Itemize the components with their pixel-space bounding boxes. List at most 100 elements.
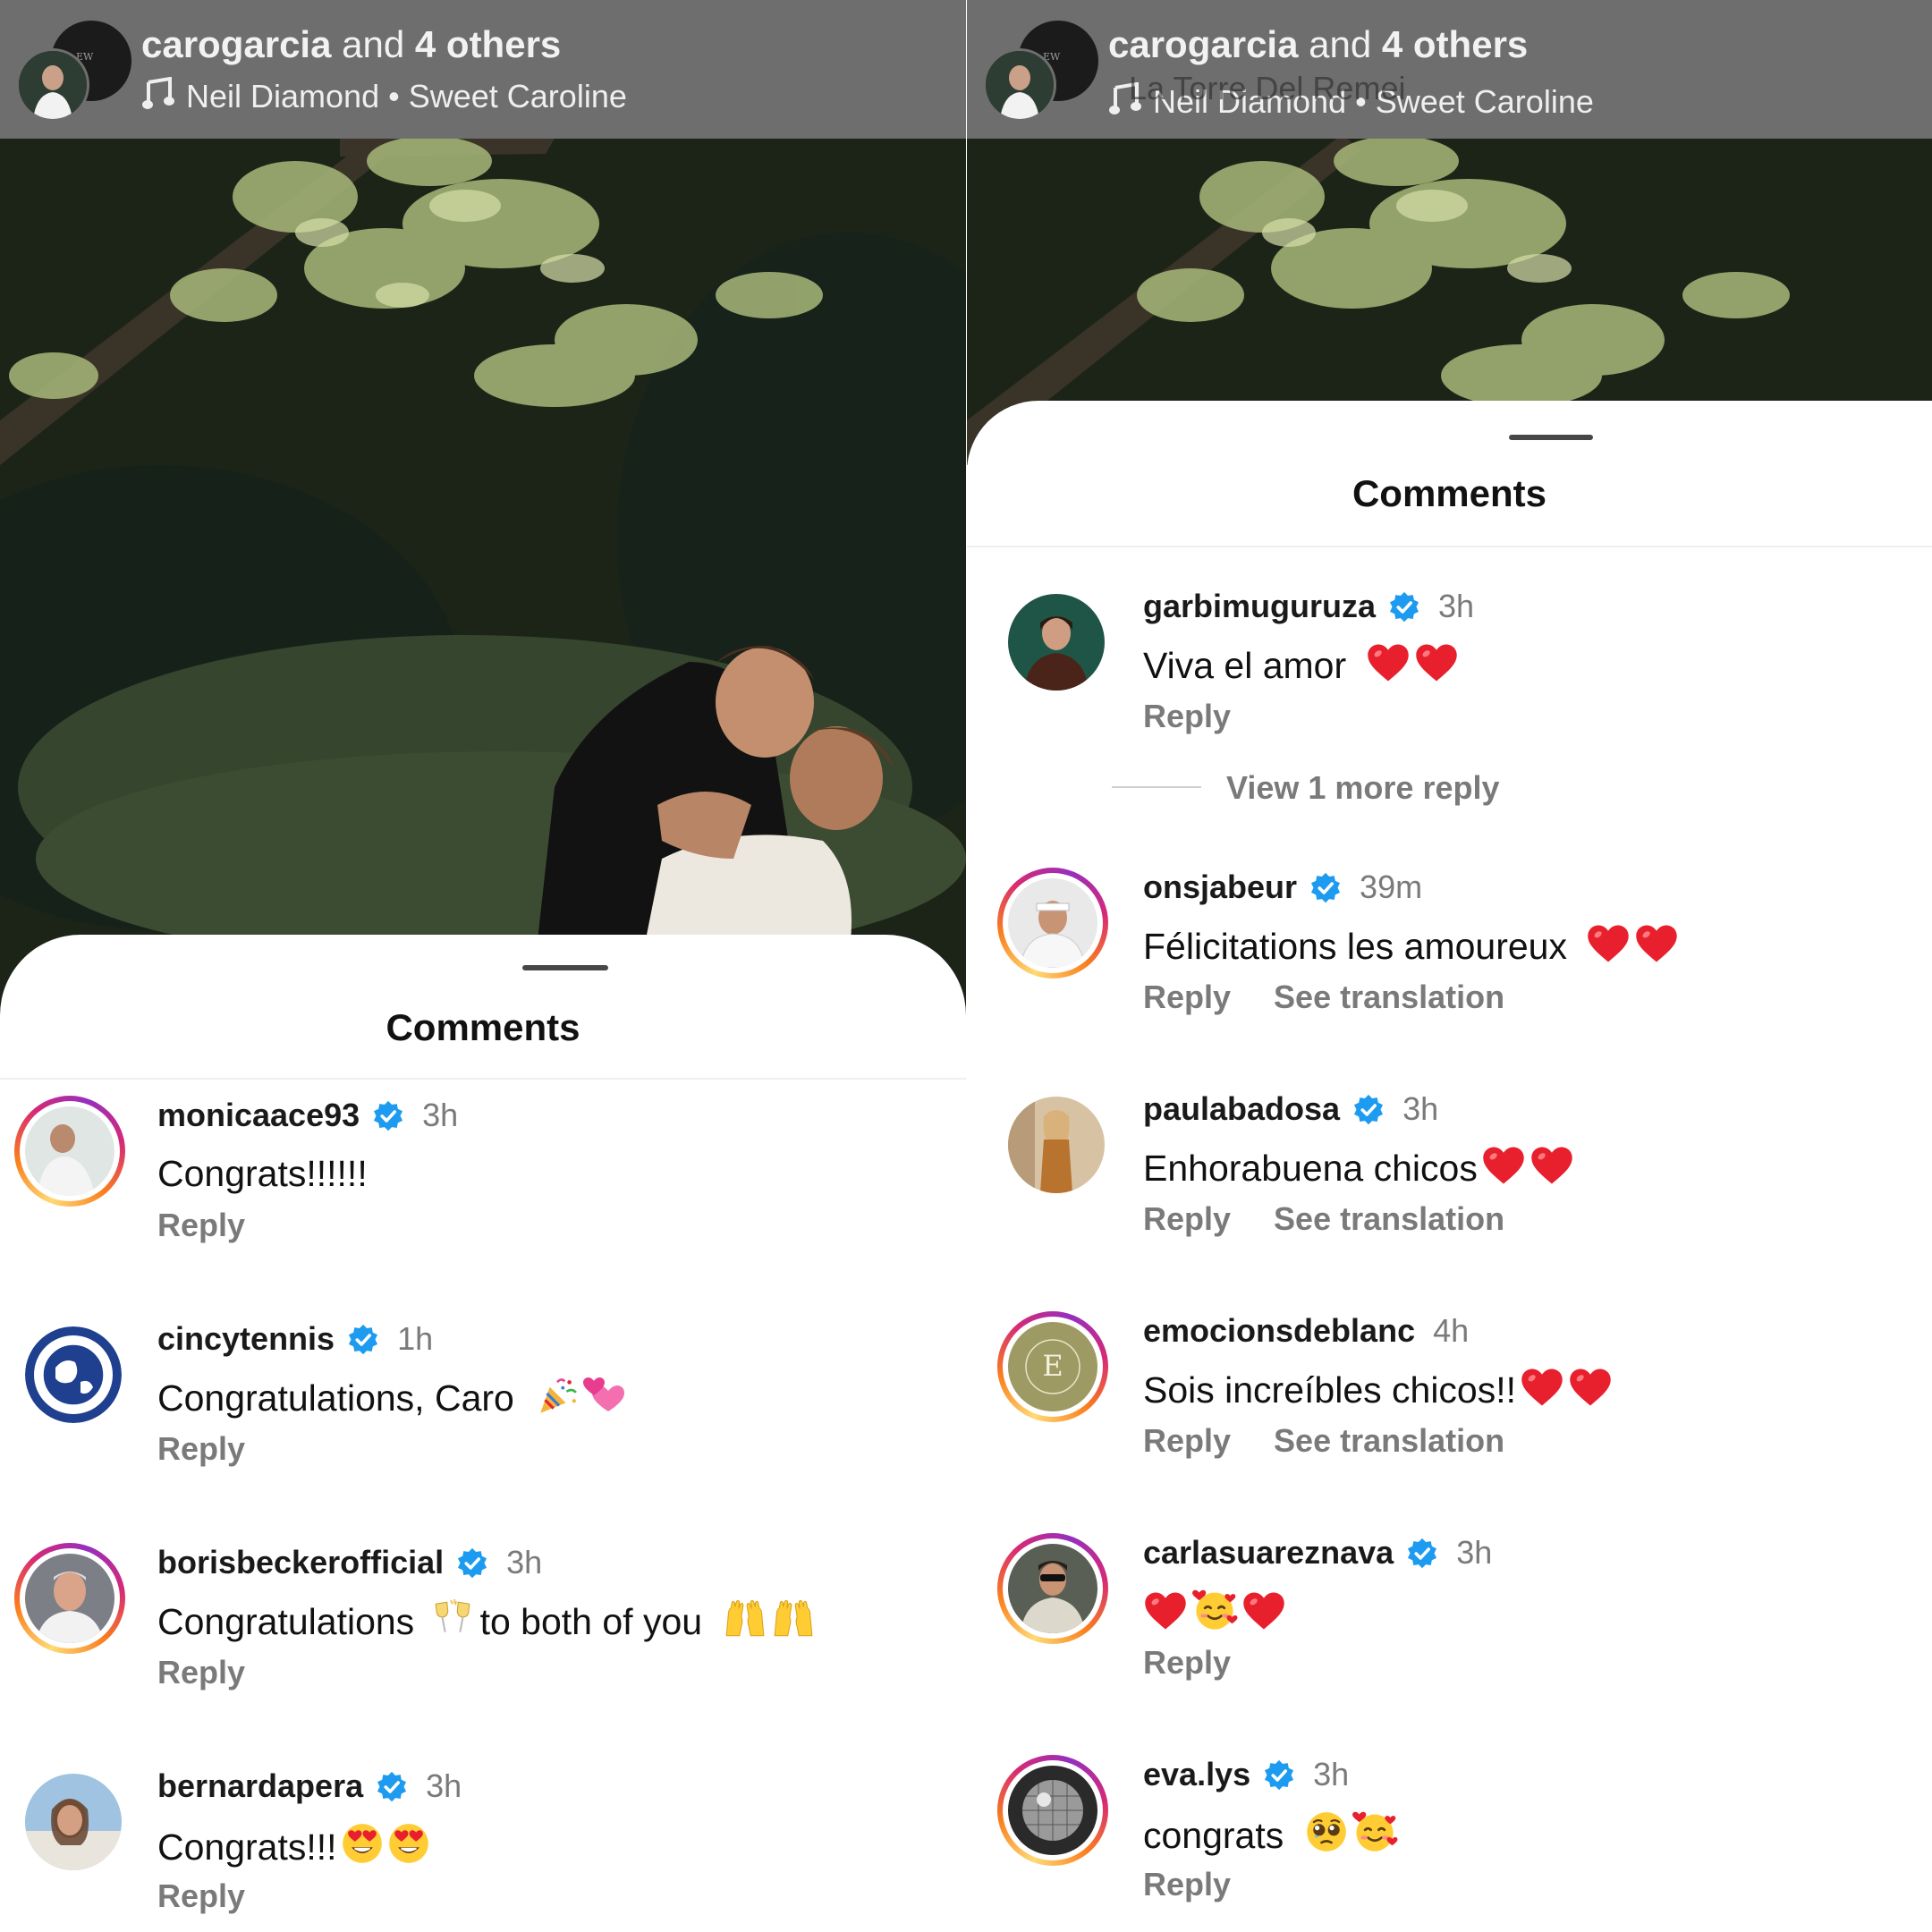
view-more-replies[interactable]: View 1 more reply — [1112, 769, 1500, 807]
post-header-bar: EW carogarcia and 4 others Neil Diamond … — [0, 0, 966, 139]
verified-badge-icon — [372, 1100, 404, 1132]
comments-sheet: Comments monicaace93 3h Congrats!!!!!! Re… — [0, 935, 966, 1932]
song-title: Sweet Caroline — [408, 78, 627, 114]
reply-button[interactable]: Reply — [1143, 1200, 1231, 1237]
avatar[interactable] — [1008, 594, 1105, 691]
drag-handle[interactable] — [1509, 435, 1593, 440]
post-photo — [0, 0, 966, 1073]
comment-text: Congrats!!!!!! — [157, 1151, 368, 1196]
story-ring[interactable] — [14, 1543, 125, 1654]
song-info[interactable]: Neil Diamond • Sweet Caroline — [141, 77, 627, 115]
comment-actions: Reply — [1143, 1644, 1231, 1682]
author-avatar — [16, 48, 89, 122]
pleading-face-icon — [1305, 1810, 1348, 1853]
red-heart-icon — [1586, 923, 1631, 964]
comment-text: congrats — [1143, 1810, 1398, 1858]
view-more-line — [1112, 786, 1201, 788]
post-header-title[interactable]: carogarcia and 4 others — [141, 23, 561, 66]
post-header-title[interactable]: carogarcia and 4 others — [1108, 23, 1528, 66]
comment-item: eva.lys 3h congrats Reply — [967, 1755, 1932, 1932]
song-separator: • — [388, 78, 400, 114]
reply-button[interactable]: Reply — [1143, 1422, 1231, 1459]
reply-button[interactable]: Reply — [1143, 979, 1231, 1015]
comment-time: 3h — [1456, 1534, 1493, 1571]
song-artist: Neil Diamond — [186, 78, 380, 114]
verified-badge-icon — [1406, 1538, 1438, 1570]
verified-badge-icon — [347, 1324, 379, 1356]
avatar — [1008, 878, 1097, 968]
collab-avatars[interactable]: EW — [983, 18, 1101, 122]
comment-time: 4h — [1433, 1312, 1470, 1349]
comment-header: onsjabeur 39m — [1143, 868, 1422, 907]
avatar — [1008, 1544, 1097, 1633]
comment-item: E emocionsdeblanc 4h Sois increíbles chic… — [967, 1311, 1932, 1490]
comment-item: carlasuareznava 3h Reply — [967, 1533, 1932, 1712]
reply-button[interactable]: Reply — [1143, 1644, 1231, 1681]
reply-button[interactable]: Reply — [157, 1654, 245, 1690]
location-overlay-text: La Torre Del Remei — [1129, 70, 1406, 106]
reply-button[interactable]: Reply — [1143, 1866, 1231, 1902]
comment-time: 3h — [1402, 1090, 1439, 1127]
comment-username[interactable]: cincytennis — [157, 1320, 335, 1357]
avatar[interactable] — [25, 1326, 122, 1423]
title-and: and — [342, 23, 405, 65]
comment-header: monicaace93 3h — [157, 1096, 458, 1135]
comment-username[interactable]: carlasuareznava — [1143, 1534, 1394, 1571]
comment-header: emocionsdeblanc 4h — [1143, 1311, 1469, 1351]
comment-text — [1143, 1589, 1286, 1636]
comment-time: 1h — [397, 1320, 434, 1357]
comment-username[interactable]: paulabadosa — [1143, 1090, 1340, 1127]
comment-username[interactable]: onsjabeur — [1143, 869, 1297, 905]
see-translation-button[interactable]: See translation — [1274, 979, 1504, 1015]
collab-avatars[interactable]: EW — [16, 18, 134, 122]
reply-button[interactable]: Reply — [1143, 698, 1231, 734]
comment-header: carlasuareznava 3h — [1143, 1533, 1492, 1572]
see-translation-button[interactable]: See translation — [1274, 1200, 1504, 1237]
author-username[interactable]: carogarcia — [1108, 23, 1298, 65]
red-heart-icon — [1143, 1590, 1188, 1631]
comment-username[interactable]: monicaace93 — [157, 1097, 360, 1133]
comment-actions: Reply — [157, 1877, 245, 1915]
comment-header: paulabadosa 3h — [1143, 1089, 1438, 1129]
story-ring[interactable] — [14, 1096, 125, 1207]
comment-text: Félicitations les amoureux — [1143, 923, 1679, 969]
right-screenshot: EW carogarcia and 4 others Neil Diamond … — [967, 0, 1932, 1932]
avatar — [1008, 1766, 1097, 1855]
comment-item: paulabadosa 3h Enhorabuena chicos Reply Se… — [967, 1089, 1932, 1268]
avatar[interactable] — [25, 1774, 122, 1870]
comment-username[interactable]: borisbeckerofficial — [157, 1544, 444, 1580]
story-ring[interactable]: E — [997, 1311, 1108, 1422]
verified-badge-icon — [456, 1547, 488, 1580]
comment-username[interactable]: garbimuguruza — [1143, 588, 1376, 624]
story-ring[interactable] — [997, 1755, 1108, 1866]
red-heart-icon — [1634, 923, 1679, 964]
avatar — [25, 1106, 114, 1196]
comment-username[interactable]: bernardapera — [157, 1767, 363, 1804]
reply-button[interactable]: Reply — [157, 1430, 245, 1467]
comment-time: 3h — [422, 1097, 459, 1133]
reply-button[interactable]: Reply — [157, 1877, 245, 1914]
comment-actions: Reply See translation — [1143, 1422, 1504, 1460]
story-ring[interactable] — [997, 868, 1108, 979]
comment-body: Enhorabuena chicos — [1143, 1148, 1478, 1189]
avatar[interactable] — [1008, 1097, 1105, 1193]
author-username[interactable]: carogarcia — [141, 23, 331, 65]
comment-body: Congrats!!!!!! — [157, 1153, 368, 1194]
comment-username[interactable]: eva.lys — [1143, 1756, 1250, 1792]
title-others[interactable]: 4 others — [1382, 23, 1528, 65]
comment-username[interactable]: emocionsdeblanc — [1143, 1312, 1415, 1349]
header-divider — [0, 1078, 966, 1080]
red-heart-icon — [1530, 1145, 1574, 1186]
comment-time: 3h — [1438, 588, 1475, 624]
story-ring[interactable] — [997, 1533, 1108, 1644]
verified-badge-icon — [1388, 591, 1420, 623]
comment-actions: Reply See translation — [1143, 1200, 1504, 1238]
reply-button[interactable]: Reply — [157, 1207, 245, 1243]
see-translation-button[interactable]: See translation — [1274, 1422, 1504, 1459]
drag-handle[interactable] — [522, 965, 608, 970]
comment-item: monicaace93 3h Congrats!!!!!! Reply — [0, 1096, 966, 1275]
title-others[interactable]: 4 others — [415, 23, 561, 65]
post-header-bar: EW carogarcia and 4 others Neil Diamond … — [967, 0, 1932, 139]
comment-header: eva.lys 3h — [1143, 1755, 1349, 1794]
comment-text: Congratulations to both of you — [157, 1598, 816, 1644]
